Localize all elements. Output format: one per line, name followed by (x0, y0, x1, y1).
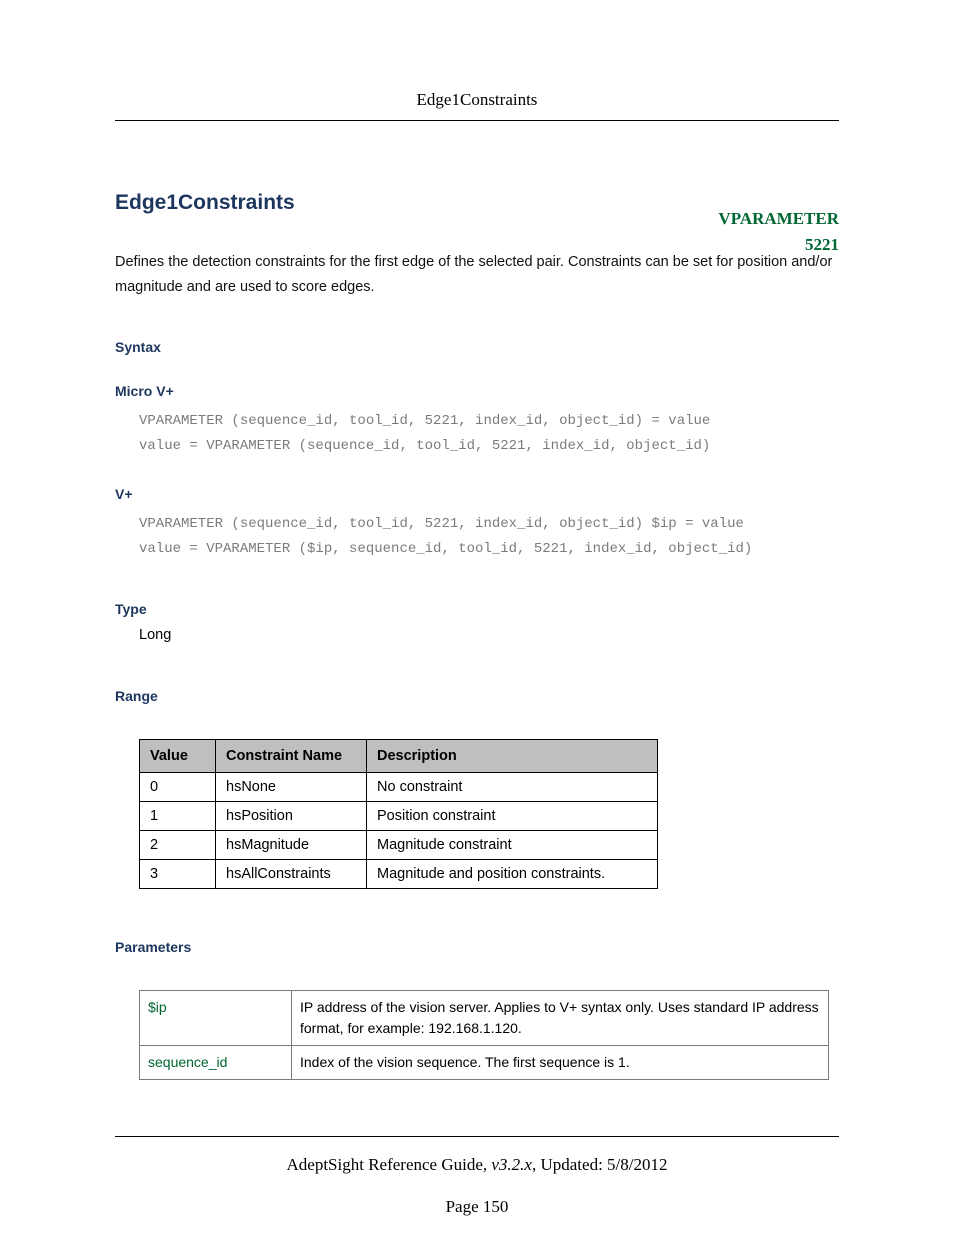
param-desc: Index of the vision sequence. The first … (292, 1046, 829, 1080)
cell-desc: Magnitude constraint (367, 831, 658, 860)
footer-guide: AdeptSight Reference Guide (287, 1155, 483, 1174)
syntax-heading: Syntax (115, 339, 839, 355)
page-number: Page 150 (0, 1197, 954, 1217)
range-heading: Range (115, 688, 839, 704)
param-desc: IP address of the vision server. Applies… (292, 991, 829, 1046)
description-text: Defines the detection constraints for th… (115, 250, 839, 299)
cell-name: hsAllConstraints (216, 860, 367, 889)
code-micro: VPARAMETER (sequence_id, tool_id, 5221, … (139, 409, 839, 458)
type-heading: Type (115, 601, 839, 617)
page: Edge1Constraints Edge1Constraints VPARAM… (0, 0, 954, 1235)
cell-value: 3 (140, 860, 216, 889)
cell-value: 0 (140, 773, 216, 802)
param-name: $ip (140, 991, 292, 1046)
table-row: sequence_id Index of the vision sequence… (140, 1046, 829, 1080)
table-header-row: Value Constraint Name Description (140, 740, 658, 773)
vparameter-label: VPARAMETER (718, 209, 839, 228)
footer: AdeptSight Reference Guide, v3.2.x, Upda… (115, 1136, 839, 1175)
cell-name: hsMagnitude (216, 831, 367, 860)
cell-name: hsNone (216, 773, 367, 802)
code-line: VPARAMETER (sequence_id, tool_id, 5221, … (139, 409, 839, 434)
parameters-table: $ip IP address of the vision server. App… (139, 990, 829, 1080)
code-vplus: VPARAMETER (sequence_id, tool_id, 5221, … (139, 512, 839, 561)
table-row: 3 hsAllConstraints Magnitude and positio… (140, 860, 658, 889)
vparameter-number: 5221 (805, 235, 839, 254)
footer-updated: , Updated: 5/8/2012 (532, 1155, 668, 1174)
cell-desc: Position constraint (367, 802, 658, 831)
range-table: Value Constraint Name Description 0 hsNo… (139, 739, 658, 889)
cell-name: hsPosition (216, 802, 367, 831)
running-header: Edge1Constraints (115, 90, 839, 121)
vparameter-badge: VPARAMETER 5221 (718, 206, 839, 257)
micro-vplus-heading: Micro V+ (115, 383, 839, 399)
cell-desc: Magnitude and position constraints. (367, 860, 658, 889)
cell-value: 2 (140, 831, 216, 860)
col-header-name: Constraint Name (216, 740, 367, 773)
vplus-heading: V+ (115, 486, 839, 502)
cell-desc: No constraint (367, 773, 658, 802)
table-row: 2 hsMagnitude Magnitude constraint (140, 831, 658, 860)
param-name: sequence_id (140, 1046, 292, 1080)
footer-version: , v3.2.x (483, 1155, 532, 1174)
table-row: 1 hsPosition Position constraint (140, 802, 658, 831)
col-header-desc: Description (367, 740, 658, 773)
table-row: 0 hsNone No constraint (140, 773, 658, 802)
code-line: value = VPARAMETER ($ip, sequence_id, to… (139, 537, 839, 562)
parameters-heading: Parameters (115, 939, 839, 955)
col-header-value: Value (140, 740, 216, 773)
cell-value: 1 (140, 802, 216, 831)
code-line: VPARAMETER (sequence_id, tool_id, 5221, … (139, 512, 839, 537)
code-line: value = VPARAMETER (sequence_id, tool_id… (139, 434, 839, 459)
title-row: Edge1Constraints VPARAMETER 5221 (115, 191, 839, 215)
type-value: Long (139, 627, 839, 643)
table-row: $ip IP address of the vision server. App… (140, 991, 829, 1046)
